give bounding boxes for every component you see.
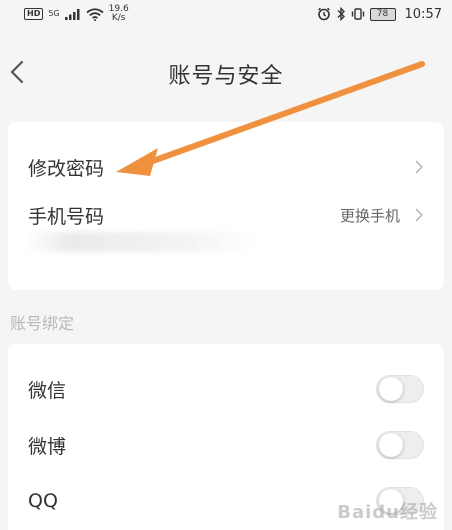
security-card: 修改密码 手机号码 更换手机 — [8, 122, 444, 290]
status-bar: HD 5G 19.6 K/s 78 10:57 — [0, 0, 452, 28]
change-password-label: 修改密码 — [28, 157, 105, 180]
status-right: 78 10:57 — [317, 7, 442, 22]
signal-icon — [64, 9, 80, 20]
weibo-label: 微博 — [28, 435, 67, 458]
page-title: 账号与安全 — [168, 64, 284, 89]
weibo-toggle[interactable] — [376, 431, 424, 459]
vibrate-icon — [351, 8, 364, 20]
toggle-knob — [379, 377, 403, 401]
change-phone-label: 更换手机 — [339, 206, 400, 225]
alarm-icon — [317, 7, 330, 21]
status-left: HD 5G 19.6 K/s — [24, 5, 129, 23]
wifi-icon — [86, 7, 104, 21]
wechat-label: 微信 — [28, 379, 67, 402]
watermark: Baidu经验 — [337, 502, 438, 523]
chevron-right-icon — [415, 208, 424, 222]
toggle-knob — [379, 433, 403, 457]
network-type: 5G — [48, 9, 60, 18]
bluetooth-icon — [337, 7, 345, 21]
wechat-toggle[interactable] — [376, 375, 424, 403]
network-speed-unit: K/s — [111, 13, 126, 23]
binding-row-wechat: 微信 — [8, 362, 444, 416]
change-password-row[interactable]: 修改密码 — [8, 140, 444, 194]
network-speed: 19.6 K/s — [109, 5, 129, 23]
battery-icon: 78 — [369, 7, 396, 21]
header: 账号与安全 — [0, 28, 452, 116]
phone-number-label: 手机号码 — [28, 205, 105, 228]
hd-badge: HD — [24, 8, 44, 20]
binding-section-title: 账号绑定 — [10, 314, 75, 333]
qq-label: QQ — [28, 490, 58, 512]
blurred-phone-number — [24, 232, 254, 252]
clock: 10:57 — [404, 6, 442, 22]
chevron-right-icon — [415, 160, 424, 174]
binding-row-weibo: 微博 — [8, 418, 444, 472]
